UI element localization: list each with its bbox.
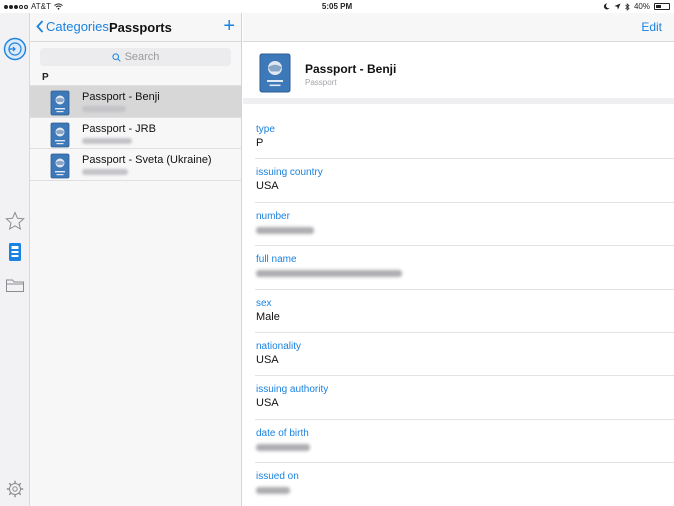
field-date-of-birth[interactable]: date of birth: [255, 420, 674, 464]
back-button[interactable]: Categories: [36, 19, 109, 34]
field-label: issued on: [256, 471, 299, 483]
list-item-title: Passport - Sveta (Ukraine): [82, 154, 212, 166]
redacted-value: [256, 226, 314, 234]
folder-icon[interactable]: [0, 277, 30, 293]
star-icon[interactable]: [0, 211, 30, 231]
chevron-left-icon: [36, 20, 44, 33]
search-placeholder: Search: [124, 51, 160, 63]
id-card-icon[interactable]: [0, 242, 30, 262]
field-full-name[interactable]: full name: [255, 246, 674, 290]
status-time: 5:05 PM: [321, 2, 353, 11]
item-list-pane: Categories Passports + Search P Passport…: [30, 13, 242, 506]
settings-gear-icon[interactable]: [0, 480, 30, 498]
field-value: USA: [256, 397, 279, 410]
section-header: P: [30, 70, 241, 86]
moon-icon: [603, 3, 610, 10]
field-sex[interactable]: sex Male: [255, 290, 674, 333]
location-arrow-icon: [614, 3, 621, 10]
field-label: number: [256, 210, 290, 222]
field-label: issuing country: [256, 167, 323, 179]
field-issuing-country[interactable]: issuing country USA: [255, 159, 674, 203]
redacted-value: [256, 443, 310, 451]
detail-title: Passport - Benji: [305, 62, 397, 76]
list-item[interactable]: Passport - JRB: [30, 118, 241, 153]
list-item[interactable]: Passport - Benji: [30, 86, 241, 118]
search-bar: Search: [30, 42, 241, 70]
redacted-subtitle: [82, 106, 126, 112]
detail-toolbar: Edit: [243, 13, 674, 42]
passport-icon: [50, 122, 70, 153]
field-label: issuing authority: [256, 384, 329, 396]
detail-fields: type P issuing country USA number full n…: [243, 116, 674, 506]
field-type[interactable]: type P: [255, 116, 674, 160]
field-label: date of birth: [256, 427, 309, 439]
battery-percent: 40%: [633, 2, 650, 11]
status-right: 40%: [603, 2, 670, 11]
detail-subtitle: Passport: [305, 78, 337, 87]
redacted-subtitle: [82, 169, 128, 175]
redacted-subtitle: [82, 137, 132, 144]
list-nav-bar: Categories Passports +: [30, 13, 241, 42]
field-value: USA: [256, 180, 279, 193]
redacted-value: [256, 487, 290, 495]
edit-button[interactable]: Edit: [641, 20, 662, 34]
field-issuing-authority[interactable]: issuing authority USA: [255, 376, 674, 420]
field-value: USA: [256, 353, 279, 366]
add-item-button[interactable]: +: [223, 16, 235, 36]
search-input[interactable]: Search: [40, 48, 231, 66]
status-bar: AT&T 5:05 PM 40%: [0, 0, 674, 13]
field-nationality[interactable]: nationality USA: [255, 333, 674, 377]
field-number[interactable]: number: [255, 203, 674, 247]
search-icon: [111, 52, 121, 62]
lock-badge-icon[interactable]: [0, 37, 30, 61]
category-rail: [0, 13, 30, 506]
redacted-value: [256, 270, 402, 278]
field-issued-on[interactable]: issued on: [255, 463, 674, 506]
bluetooth-icon: [625, 2, 630, 11]
list-item-title: Passport - JRB: [82, 122, 156, 135]
list-title: Passports: [109, 20, 172, 35]
list-item[interactable]: Passport - Sveta (Ukraine): [30, 149, 241, 181]
battery-icon: [654, 3, 670, 10]
field-label: nationality: [256, 340, 302, 352]
field-label: sex: [256, 297, 272, 309]
back-button-label: Categories: [46, 19, 109, 34]
passport-icon: [50, 153, 70, 184]
field-value: P: [256, 137, 264, 149]
list-item-title: Passport - Benji: [82, 91, 160, 103]
detail-header: Passport - Benji Passport: [243, 42, 674, 104]
field-value: Male: [256, 310, 280, 323]
passport-icon: [50, 90, 70, 121]
field-label: full name: [256, 254, 297, 266]
passport-icon: [259, 53, 291, 98]
field-label: type: [256, 124, 275, 135]
